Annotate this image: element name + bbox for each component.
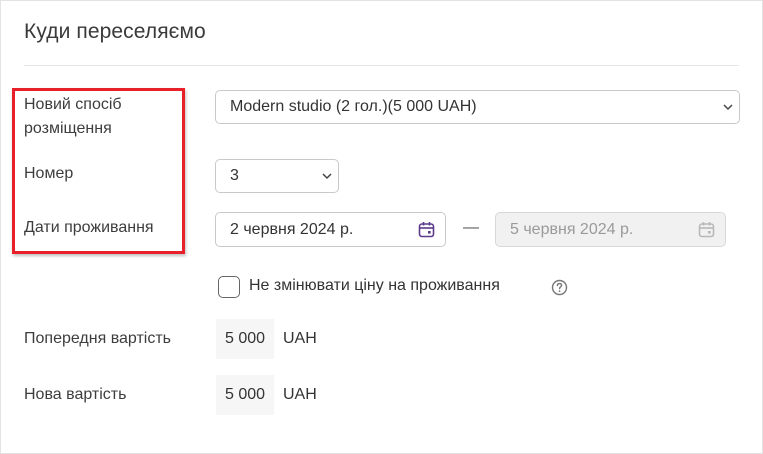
new-cost-value: 5 000: [216, 375, 274, 415]
date-separator: —: [463, 219, 479, 236]
help-icon[interactable]: [551, 279, 568, 296]
date-from-value: 2 червня 2024 р.: [230, 220, 354, 238]
chevron-down-icon: [322, 173, 332, 180]
calendar-icon: [698, 222, 715, 238]
new-cost-label: Нова вартість: [24, 386, 127, 403]
accommodation-select[interactable]: Modern studio (2 гол.)(5 000 UAH): [215, 90, 740, 124]
relocation-panel: Куди переселяємо Новий спосіб розміщення…: [0, 0, 763, 454]
room-select-value: 3: [230, 167, 239, 184]
previous-cost-label: Попередня вартість: [24, 330, 171, 347]
keep-price-checkbox[interactable]: [218, 276, 240, 298]
room-select[interactable]: 3: [215, 159, 339, 193]
accommodation-select-value: Modern studio (2 гол.)(5 000 UAH): [230, 98, 477, 115]
date-to-value: 5 червня 2024 р.: [510, 220, 634, 238]
accommodation-label: Новий спосіб розміщення: [24, 96, 122, 137]
title-divider: [24, 65, 739, 66]
date-to-input: 5 червня 2024 р.: [495, 212, 726, 247]
new-cost-currency: UAH: [283, 386, 317, 403]
chevron-down-icon: [723, 104, 733, 111]
dates-label: Дати проживання: [24, 219, 154, 236]
room-label: Номер: [24, 165, 74, 182]
calendar-icon[interactable]: [418, 221, 435, 238]
date-from-input[interactable]: 2 червня 2024 р.: [215, 212, 446, 247]
previous-cost-value: 5 000: [216, 319, 274, 359]
section-title: Куди переселяємо: [24, 20, 206, 43]
keep-price-label[interactable]: Не змінювати ціну на проживання: [249, 275, 500, 297]
previous-cost-currency: UAH: [283, 330, 317, 347]
